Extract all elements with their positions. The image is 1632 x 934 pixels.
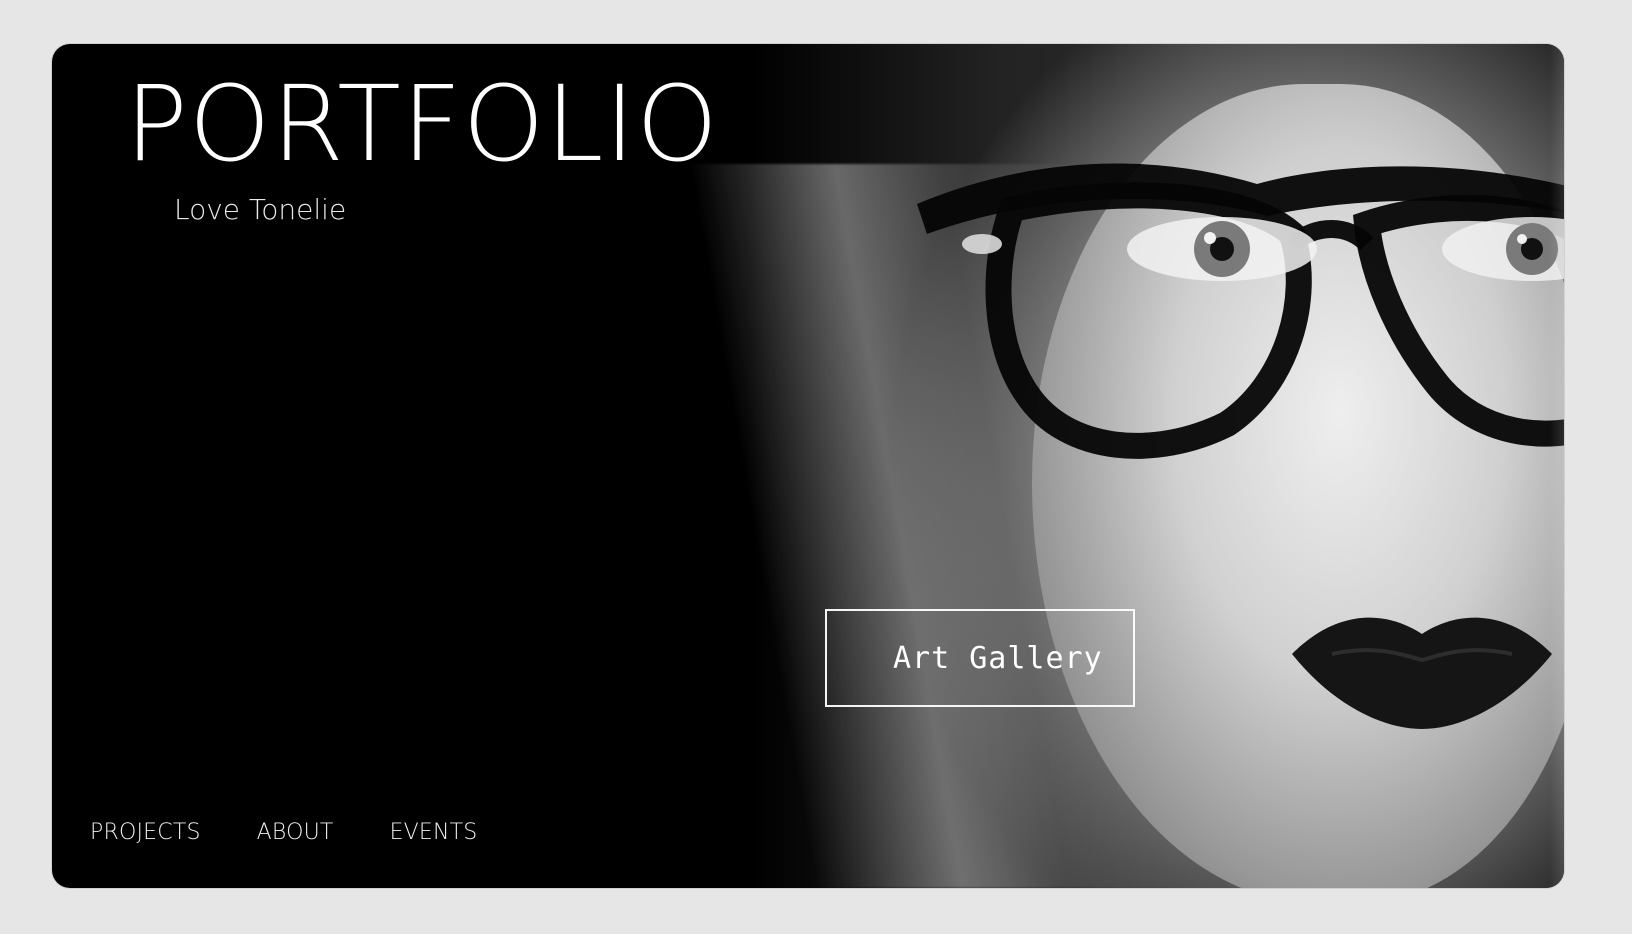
nav-about-link[interactable]: ABOUT	[257, 820, 334, 845]
eyes-graphic	[1127, 217, 1564, 281]
page-subtitle: Love Tonelie	[174, 193, 347, 226]
page-title: PORTFOLIO	[125, 63, 719, 185]
lips-graphic	[1292, 617, 1552, 729]
nav-events-link[interactable]: EVENTS	[390, 820, 478, 845]
hero-card: PORTFOLIO Love Tonelie Art Gallery PROJE…	[52, 44, 1564, 888]
right-edge-highlight	[1550, 44, 1564, 888]
art-gallery-button[interactable]: Art Gallery	[825, 609, 1135, 707]
nav-projects-link[interactable]: PROJECTS	[90, 820, 201, 845]
bottom-nav: PROJECTS ABOUT EVENTS	[90, 820, 477, 845]
